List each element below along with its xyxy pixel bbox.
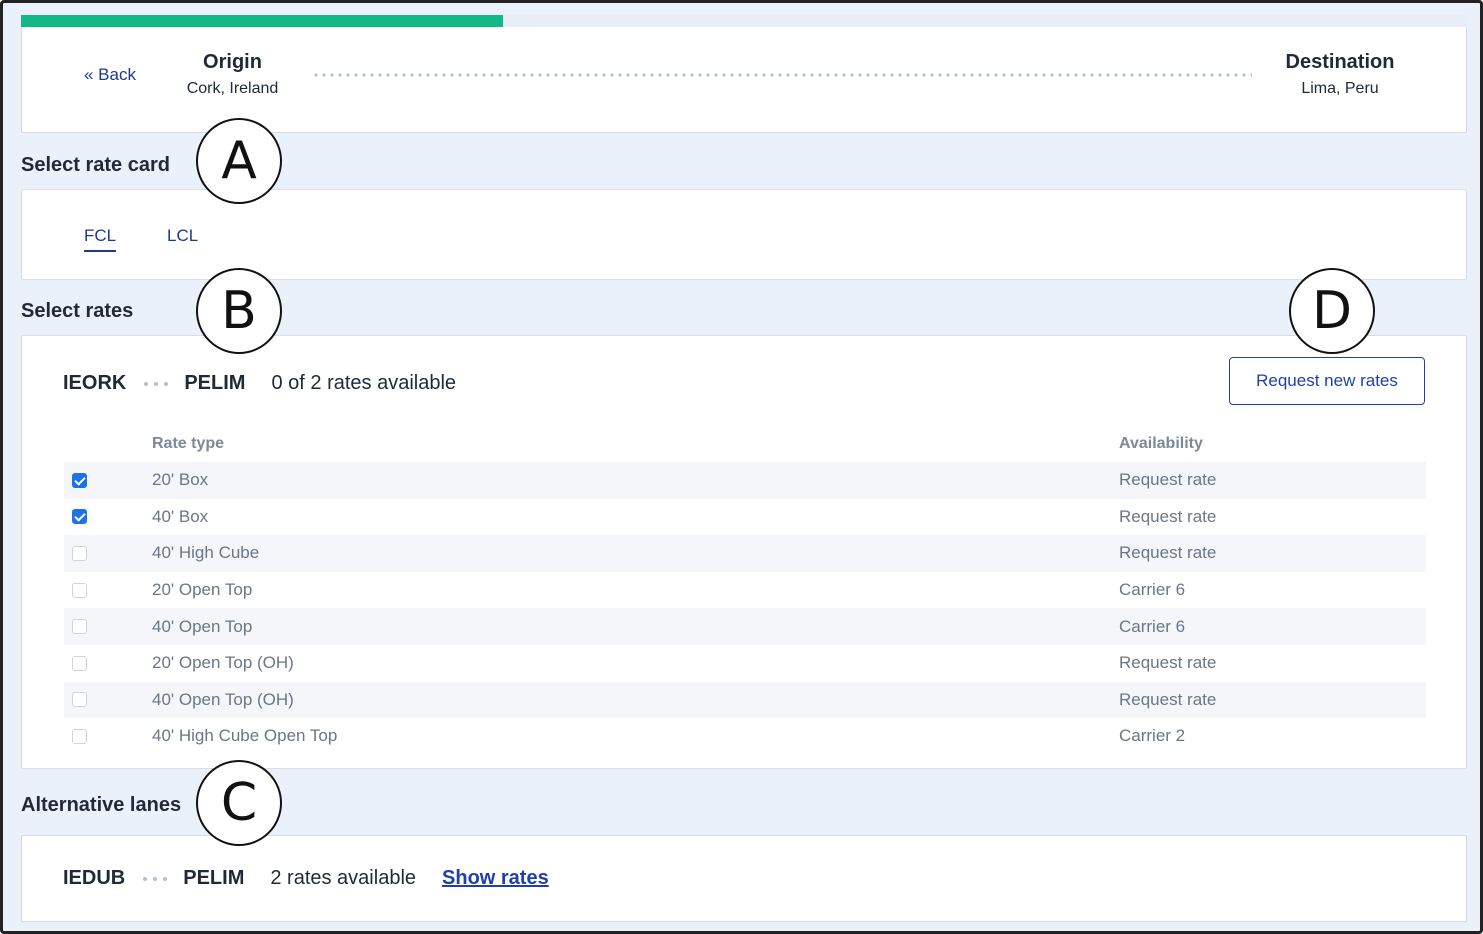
callout-a: A <box>196 118 282 204</box>
rate-type-cell: 20' Open Top <box>152 580 253 600</box>
rates-heading: Select rates <box>21 300 134 322</box>
callout-b: B <box>196 268 282 354</box>
availability-cell: Request rate <box>1119 543 1217 563</box>
progress-fill <box>21 15 503 27</box>
alternative-lane: IEDUB PELIM 2 rates available Show rates <box>63 867 549 890</box>
table-row[interactable]: 20' Open Top Carrier 6 <box>64 572 1426 609</box>
route-dotted-line <box>312 73 1252 77</box>
rate-type-cell: 40' High Cube Open Top <box>152 726 338 746</box>
rates-panel: IEORK PELIM 0 of 2 rates available Reque… <box>21 335 1467 769</box>
table-row[interactable]: 20' Box Request rate <box>64 462 1426 499</box>
tab-fcl[interactable]: FCL <box>84 226 117 252</box>
rate-checkbox[interactable] <box>72 655 87 671</box>
column-header-rate-type: Rate type <box>152 435 225 452</box>
alt-destination-code: PELIM <box>183 867 245 889</box>
rate-checkbox[interactable] <box>72 619 87 635</box>
availability-cell: Request rate <box>1119 653 1217 673</box>
column-header-availability: Availability <box>1119 435 1203 452</box>
table-row[interactable]: 40' Box Request rate <box>64 499 1426 536</box>
alt-rates-available-count: 2 rates available <box>270 867 417 889</box>
callout-c: C <box>196 760 282 846</box>
availability-cell: Carrier 6 <box>1119 616 1186 636</box>
origin-title: Origin <box>203 51 262 73</box>
rate-type-cell: 20' Box <box>152 470 209 490</box>
request-new-rates-button[interactable]: Request new rates <box>1229 357 1425 405</box>
lane-destination-code: PELIM <box>184 372 246 394</box>
availability-cell: Carrier 2 <box>1119 726 1186 746</box>
availability-cell: Request rate <box>1119 506 1217 526</box>
app-frame: « Back Origin Cork, Ireland Destination … <box>0 0 1483 934</box>
alternative-lanes-panel: IEDUB PELIM 2 rates available Show rates <box>21 835 1467 922</box>
lane-origin-code: IEORK <box>63 372 127 394</box>
table-row[interactable]: 40' Open Top Carrier 6 <box>64 608 1426 645</box>
rate-checkbox[interactable] <box>72 728 87 744</box>
rate-type-cell: 40' High Cube <box>152 543 260 563</box>
availability-cell: Request rate <box>1119 470 1217 490</box>
destination-title: Destination <box>1285 51 1395 73</box>
rate-card-heading: Select rate card <box>21 154 170 176</box>
lane-summary: IEORK PELIM 0 of 2 rates available <box>63 372 456 395</box>
rate-checkbox[interactable] <box>72 472 87 488</box>
rate-checkbox[interactable] <box>72 692 87 708</box>
rate-type-cell: 20' Open Top (OH) <box>152 653 294 673</box>
rates-available-count: 0 of 2 rates available <box>271 372 457 394</box>
rate-checkbox[interactable] <box>72 582 87 598</box>
availability-cell: Request rate <box>1119 689 1217 709</box>
table-row[interactable]: 40' High Cube Request rate <box>64 535 1426 572</box>
destination: Destination Lima, Peru <box>1275 51 1405 98</box>
origin: Origin Cork, Ireland <box>180 51 285 98</box>
rate-checkbox[interactable] <box>72 509 87 525</box>
origin-place: Cork, Ireland <box>186 80 279 97</box>
rate-type-cell: 40' Open Top (OH) <box>152 689 294 709</box>
rate-checkbox[interactable] <box>72 545 87 561</box>
tab-lcl[interactable]: LCL <box>167 226 198 246</box>
rates-table: 20' Box Request rate 40' Box Request rate 40… <box>64 462 1426 755</box>
back-link[interactable]: « Back <box>84 65 136 85</box>
rate-type-cell: 40' Open Top <box>152 616 253 636</box>
table-row[interactable]: 40' High Cube Open Top Carrier 2 <box>64 718 1426 755</box>
table-row[interactable]: 40' Open Top (OH) Request rate <box>64 681 1426 719</box>
callout-d: D <box>1289 268 1375 354</box>
table-row[interactable]: 20' Open Top (OH) Request rate <box>64 645 1426 682</box>
alternative-heading: Alternative lanes <box>21 794 182 816</box>
lane-dots-icon <box>140 876 169 881</box>
destination-place: Lima, Peru <box>1301 80 1379 97</box>
alt-origin-code: IEDUB <box>63 867 126 889</box>
rate-type-cell: 40' Box <box>152 506 209 526</box>
availability-cell: Carrier 6 <box>1119 580 1186 600</box>
lane-dots-icon <box>141 381 170 386</box>
show-rates-link[interactable]: Show rates <box>442 867 549 890</box>
progress-bar <box>21 15 1467 27</box>
